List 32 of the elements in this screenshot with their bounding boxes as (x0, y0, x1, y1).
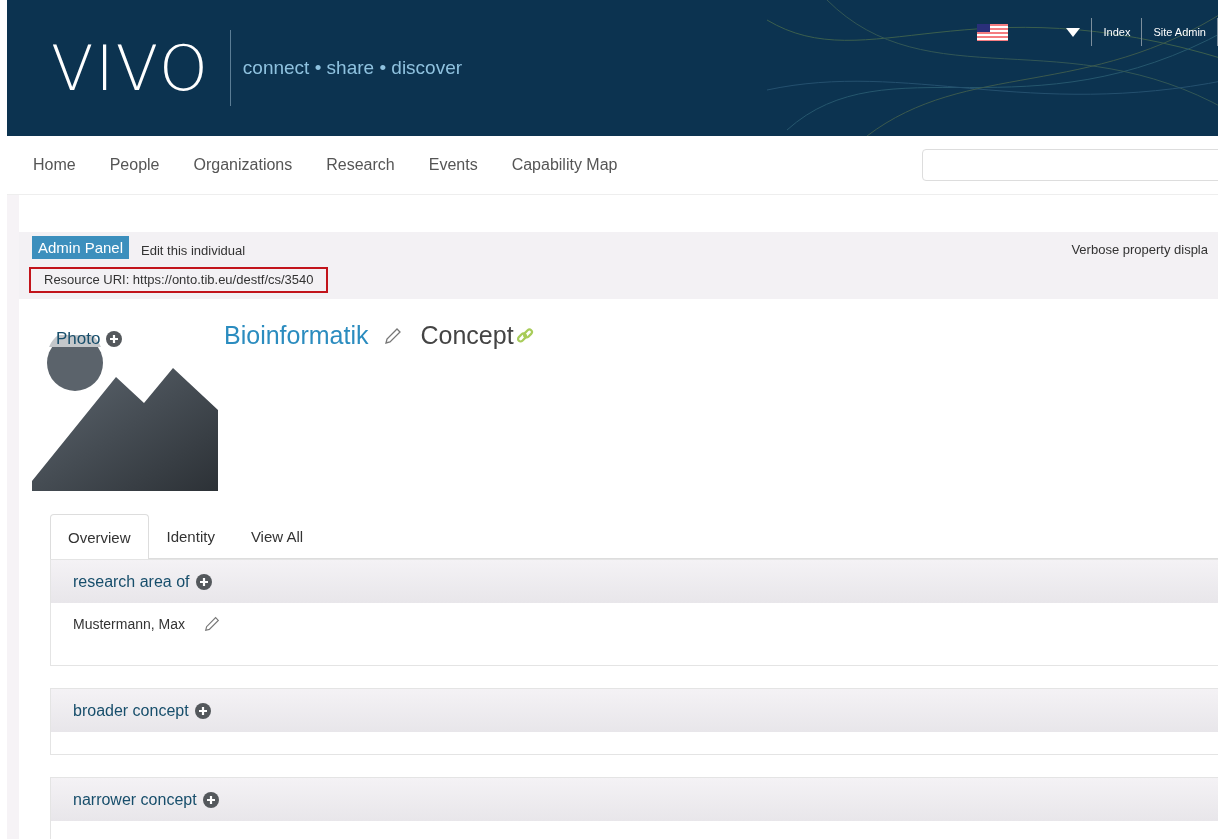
nav-item[interactable]: Events (428, 156, 478, 174)
nav-item[interactable]: Organizations (193, 156, 293, 174)
pencil-icon[interactable] (203, 615, 222, 633)
section-title: broader concept (73, 701, 189, 720)
nav-item[interactable]: People (109, 156, 160, 174)
add-icon[interactable] (106, 331, 123, 347)
nav-item[interactable]: Home (33, 156, 76, 174)
verbose-display-link[interactable]: Verbose property displa (1071, 242, 1208, 257)
tab[interactable]: Overview (50, 514, 149, 559)
nav-item[interactable]: Research (326, 156, 395, 174)
header-link[interactable]: Index (1091, 18, 1142, 46)
us-flag-icon[interactable] (977, 23, 1009, 41)
search-field[interactable] (922, 149, 1218, 181)
section-title: research area of (73, 572, 190, 591)
add-icon[interactable] (202, 791, 219, 808)
header-link[interactable]: Site Admin (1141, 18, 1218, 46)
nav-item[interactable]: Capability Map (511, 156, 618, 174)
concept-type: Concept (420, 321, 514, 350)
dropdown-caret-icon[interactable] (1066, 27, 1081, 37)
add-icon[interactable] (194, 702, 211, 719)
add-icon[interactable] (195, 573, 212, 590)
tab[interactable]: View All (232, 513, 322, 558)
concept-name: Bioinformatik (224, 321, 369, 350)
site-tagline: connect • share • discover (242, 57, 463, 79)
admin-panel-button[interactable]: Admin Panel (32, 236, 130, 259)
tab[interactable]: Identity (148, 513, 233, 558)
edit-individual-link[interactable]: Edit this individual (141, 243, 246, 258)
resource-uri: Resource URI: https://onto.tib.eu/destf/cs/3540 (29, 267, 328, 293)
property-value[interactable]: Mustermann, Max (73, 616, 186, 632)
site-logo[interactable]: VIVO (51, 31, 210, 105)
photo-label: Photo (56, 329, 101, 349)
section-title: narrower concept (73, 790, 197, 809)
